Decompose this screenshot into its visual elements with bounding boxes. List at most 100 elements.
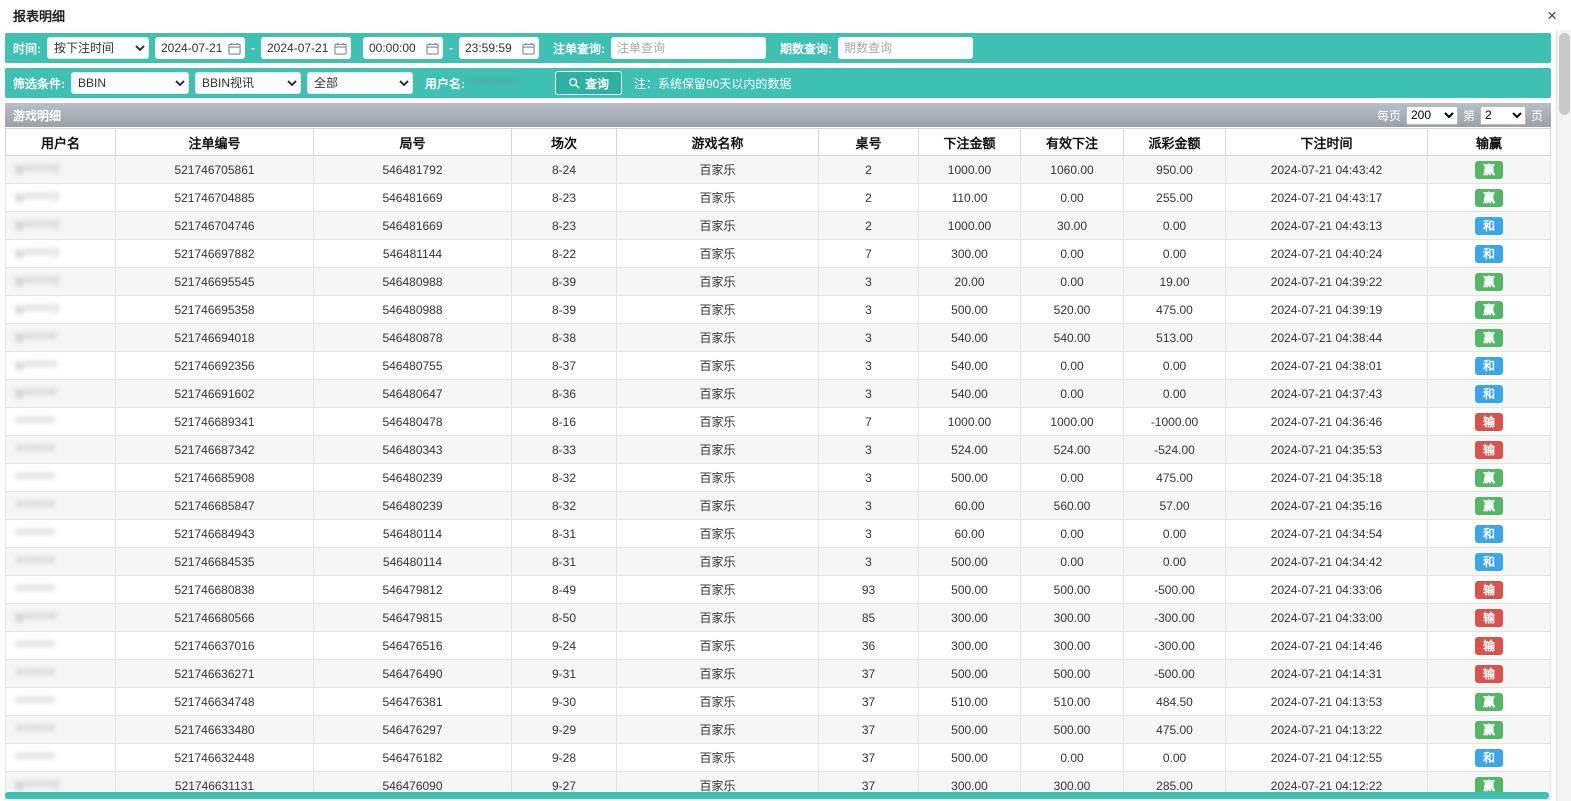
round-id-cell: 546480647 xyxy=(314,380,512,408)
calendar-icon[interactable] xyxy=(334,42,347,55)
masked-username: h****** xyxy=(16,359,58,373)
bottom-accent-bar xyxy=(5,792,1549,799)
result-badge: 和 xyxy=(1475,245,1503,263)
bet-amount-cell: 500.00 xyxy=(919,660,1021,688)
calendar-icon[interactable] xyxy=(522,42,535,55)
bet-amount-cell: 300.00 xyxy=(919,604,1021,632)
column-header: 局号 xyxy=(314,129,512,156)
username-cell: ******* xyxy=(6,548,116,576)
table-row: h*****75217466955455464809888-39百家乐320.0… xyxy=(6,268,1551,296)
result-badge: 输 xyxy=(1475,413,1503,431)
result-badge: 和 xyxy=(1475,749,1503,767)
category-select[interactable]: BBIN视讯 xyxy=(195,72,301,94)
table-no-cell: 3 xyxy=(819,380,919,408)
masked-username: ******* xyxy=(16,471,56,485)
bet-amount-cell: 540.00 xyxy=(919,324,1021,352)
bet-amount-cell: 524.00 xyxy=(919,436,1021,464)
username-cell: ******* xyxy=(6,660,116,688)
bet-id-cell: 521746684535 xyxy=(116,548,314,576)
session-cell: 8-39 xyxy=(512,296,617,324)
valid-bet-cell: 500.00 xyxy=(1021,576,1124,604)
result-badge: 输 xyxy=(1475,665,1503,683)
game-name-cell: 百家乐 xyxy=(617,156,819,184)
round-id-cell: 546481669 xyxy=(314,184,512,212)
time-type-select[interactable]: 按下注时间 xyxy=(47,37,149,59)
payout-cell: -1000.00 xyxy=(1124,408,1226,436)
bet-time-cell: 2024-07-21 04:43:17 xyxy=(1226,184,1428,212)
bet-id-cell: 521746695545 xyxy=(116,268,314,296)
game-name-cell: 百家乐 xyxy=(617,268,819,296)
result-badge: 输 xyxy=(1475,441,1503,459)
username-cell: ******* xyxy=(6,744,116,772)
session-cell: 8-32 xyxy=(512,492,617,520)
valid-bet-cell: 524.00 xyxy=(1021,436,1124,464)
game-name-cell: 百家乐 xyxy=(617,716,819,744)
valid-bet-cell: 300.00 xyxy=(1021,632,1124,660)
session-cell: 8-39 xyxy=(512,268,617,296)
game-name-cell: 百家乐 xyxy=(617,352,819,380)
table-row: *******5217466334805464762979-29百家乐37500… xyxy=(6,716,1551,744)
bet-amount-cell: 500.00 xyxy=(919,716,1021,744)
payout-cell: -500.00 xyxy=(1124,576,1226,604)
round-id-cell: 546480343 xyxy=(314,436,512,464)
table-row: h*****75217466978825464811448-22百家乐7300.… xyxy=(6,240,1551,268)
table-no-cell: 3 xyxy=(819,464,919,492)
masked-username: h*****7 xyxy=(16,275,60,289)
result-badge: 输 xyxy=(1475,581,1503,599)
time-label: 时间: xyxy=(13,40,41,57)
vertical-scrollbar[interactable] xyxy=(1556,30,1571,801)
bet-amount-cell: 500.00 xyxy=(919,576,1021,604)
session-cell: 9-31 xyxy=(512,660,617,688)
table-no-cell: 93 xyxy=(819,576,919,604)
bet-id-cell: 521746637016 xyxy=(116,632,314,660)
table-row: h*****75217467048855464816698-23百家乐2110.… xyxy=(6,184,1551,212)
bet-amount-cell: 300.00 xyxy=(919,632,1021,660)
calendar-icon[interactable] xyxy=(228,42,241,55)
vendor-select[interactable]: BBIN xyxy=(71,72,189,94)
payout-cell: 475.00 xyxy=(1124,716,1226,744)
close-icon[interactable]: × xyxy=(1543,5,1561,26)
result-badge: 和 xyxy=(1475,525,1503,543)
scrollbar-thumb[interactable] xyxy=(1559,33,1570,115)
result-cell: 赢 xyxy=(1428,184,1551,212)
result-cell: 赢 xyxy=(1428,688,1551,716)
payout-cell: 0.00 xyxy=(1124,520,1226,548)
payout-cell: 255.00 xyxy=(1124,184,1226,212)
page-select[interactable]: 2 xyxy=(1480,106,1526,125)
period-query-label: 期数查询: xyxy=(780,40,832,57)
table-row: *******5217466858475464802398-32百家乐360.0… xyxy=(6,492,1551,520)
date-from-wrap xyxy=(155,37,245,59)
username-cell: ******* xyxy=(6,520,116,548)
calendar-icon[interactable] xyxy=(426,42,439,55)
scope-select[interactable]: 全部 xyxy=(307,72,413,94)
date-to-wrap xyxy=(261,37,351,59)
username-cell: h*****7 xyxy=(6,156,116,184)
payout-cell: 0.00 xyxy=(1124,744,1226,772)
session-cell: 8-32 xyxy=(512,464,617,492)
search-button[interactable]: 查询 xyxy=(555,71,622,95)
table-row: *******5217466873425464803438-33百家乐3524.… xyxy=(6,436,1551,464)
table-no-cell: 37 xyxy=(819,744,919,772)
game-name-cell: 百家乐 xyxy=(617,296,819,324)
period-query-input[interactable] xyxy=(838,37,973,59)
game-detail-table: 用户名注单编号局号场次游戏名称桌号下注金额有效下注派彩金额下注时间输赢 h***… xyxy=(5,128,1551,800)
bet-time-cell: 2024-07-21 04:36:46 xyxy=(1226,408,1428,436)
per-page-select[interactable]: 200 xyxy=(1406,106,1458,125)
payout-cell: 19.00 xyxy=(1124,268,1226,296)
payout-cell: -300.00 xyxy=(1124,604,1226,632)
column-header: 派彩金额 xyxy=(1124,129,1226,156)
payout-cell: 950.00 xyxy=(1124,156,1226,184)
username-cell: h****** xyxy=(6,604,116,632)
valid-bet-cell: 500.00 xyxy=(1021,716,1124,744)
bet-amount-cell: 500.00 xyxy=(919,744,1021,772)
section-title: 游戏明细 xyxy=(13,107,61,124)
date-range-dash: - xyxy=(251,41,255,55)
result-cell: 输 xyxy=(1428,408,1551,436)
table-no-cell: 3 xyxy=(819,324,919,352)
bet-query-input[interactable] xyxy=(611,37,766,59)
column-header: 游戏名称 xyxy=(617,129,819,156)
table-row: h******5217466916025464806478-36百家乐3540.… xyxy=(6,380,1551,408)
result-badge: 赢 xyxy=(1475,329,1503,347)
bet-id-cell: 521746687342 xyxy=(116,436,314,464)
table-no-cell: 7 xyxy=(819,240,919,268)
